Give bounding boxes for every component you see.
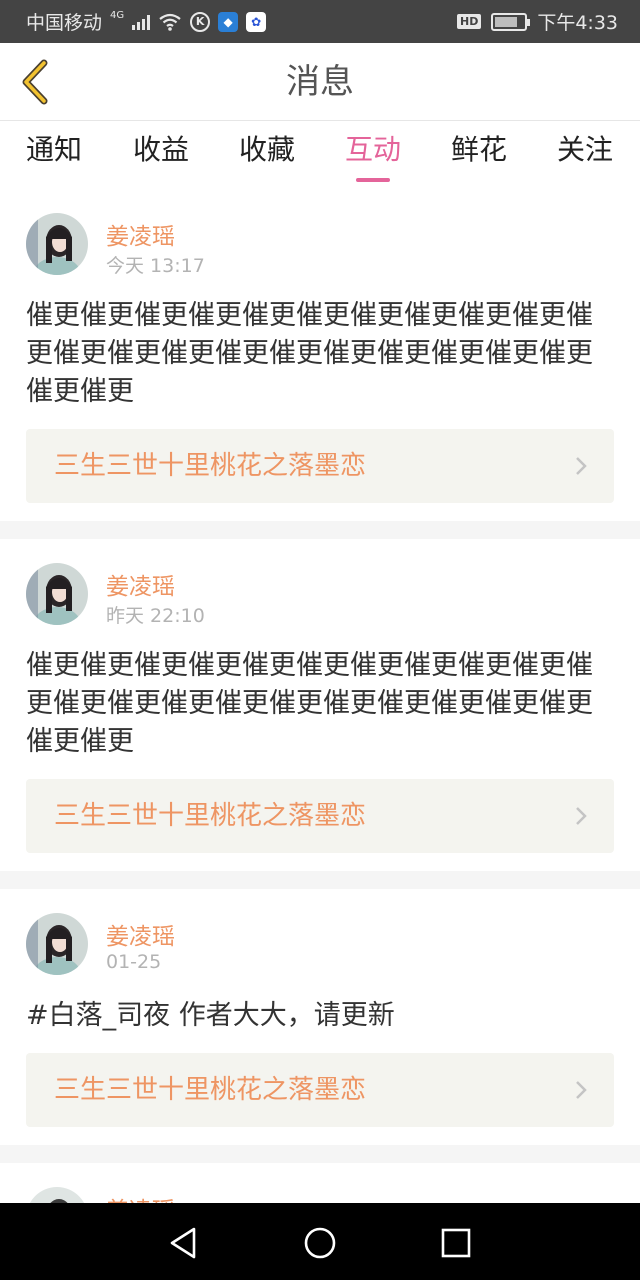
k-app-icon: K [190, 11, 211, 32]
avatar[interactable] [26, 1187, 88, 1203]
tab-flowers[interactable]: 鲜花 [434, 131, 524, 185]
network-type: 4G [110, 10, 125, 21]
message-card: 姜凌瑶 01-25 #白落_司夜 作者大大，请更新 三生三世十里桃花之落墨恋 [0, 889, 640, 1145]
chevron-right-icon [576, 457, 587, 475]
baidu-app-icon: ✿ [246, 11, 267, 32]
book-link[interactable]: 三生三世十里桃花之落墨恋 [26, 1053, 614, 1127]
tab-interactions[interactable]: 互动 [328, 131, 418, 185]
system-nav-bar [0, 1203, 640, 1280]
app-header: 消息 [0, 43, 640, 121]
book-title: 三生三世十里桃花之落墨恋 [54, 1075, 367, 1105]
book-title: 三生三世十里桃花之落墨恋 [54, 451, 367, 481]
avatar[interactable] [26, 913, 88, 975]
message-card: 姜凌瑶 [0, 1163, 640, 1203]
tab-bar: 通知 收益 收藏 互动 鲜花 关注 [0, 121, 640, 189]
status-right: HD 下午4:33 [456, 0, 618, 43]
avatar[interactable] [26, 563, 88, 625]
message-card: 姜凌瑶 昨天 22:10 催更催更催更催更催更催更催更催更催更催更催更催更催更催… [0, 539, 640, 871]
carrier-label: 中国移动 [26, 12, 103, 34]
shield-app-icon: ◆ [218, 11, 239, 32]
message-header: 姜凌瑶 [26, 1187, 614, 1203]
timestamp: 今天 13:17 [106, 255, 205, 277]
message-header: 姜凌瑶 昨天 22:10 [26, 563, 614, 627]
book-link[interactable]: 三生三世十里桃花之落墨恋 [26, 429, 614, 503]
tab-earnings[interactable]: 收益 [116, 131, 206, 185]
username[interactable]: 姜凌瑶 [106, 1191, 175, 1203]
nav-recents-icon[interactable] [434, 1221, 478, 1265]
battery-icon [491, 12, 531, 31]
clock: 下午4:33 [537, 12, 618, 34]
signal-icon [132, 14, 151, 30]
username[interactable]: 姜凌瑶 [106, 567, 175, 601]
wifi-icon [159, 13, 181, 31]
nav-home-icon[interactable] [298, 1221, 342, 1265]
username[interactable]: 姜凌瑶 [106, 917, 175, 951]
message-header: 姜凌瑶 今天 13:17 [26, 213, 614, 277]
avatar[interactable] [26, 213, 88, 275]
message-feed[interactable]: 姜凌瑶 今天 13:17 催更催更催更催更催更催更催更催更催更催更催更催更催更催… [0, 189, 640, 1203]
message-text: 催更催更催更催更催更催更催更催更催更催更催更催更催更催更催更催更催更催更催更催更… [26, 650, 593, 757]
message-text: 催更催更催更催更催更催更催更催更催更催更催更催更催更催更催更催更催更催更催更催更… [26, 300, 593, 407]
chevron-right-icon [576, 807, 587, 825]
book-link[interactable]: 三生三世十里桃花之落墨恋 [26, 779, 614, 853]
book-title: 三生三世十里桃花之落墨恋 [54, 801, 367, 831]
status-bar: 中国移动 4G K ◆ ✿ HD 下午4:33 [0, 0, 640, 43]
tab-notifications[interactable]: 通知 [9, 131, 99, 185]
tab-favorites[interactable]: 收藏 [222, 131, 312, 185]
tab-following[interactable]: 关注 [540, 131, 630, 185]
message-text: #白落_司夜 作者大大，请更新 [26, 1000, 395, 1031]
username[interactable]: 姜凌瑶 [106, 217, 175, 251]
status-left: 中国移动 4G K ◆ ✿ [26, 0, 267, 43]
page-title: 消息 [286, 62, 354, 102]
timestamp: 昨天 22:10 [106, 605, 205, 627]
chevron-right-icon [576, 1081, 587, 1099]
timestamp: 01-25 [106, 951, 162, 973]
message-card: 姜凌瑶 今天 13:17 催更催更催更催更催更催更催更催更催更催更催更催更催更催… [0, 189, 640, 521]
nav-back-icon[interactable] [162, 1221, 206, 1265]
hd-badge: HD [456, 14, 482, 29]
message-header: 姜凌瑶 01-25 [26, 913, 614, 975]
